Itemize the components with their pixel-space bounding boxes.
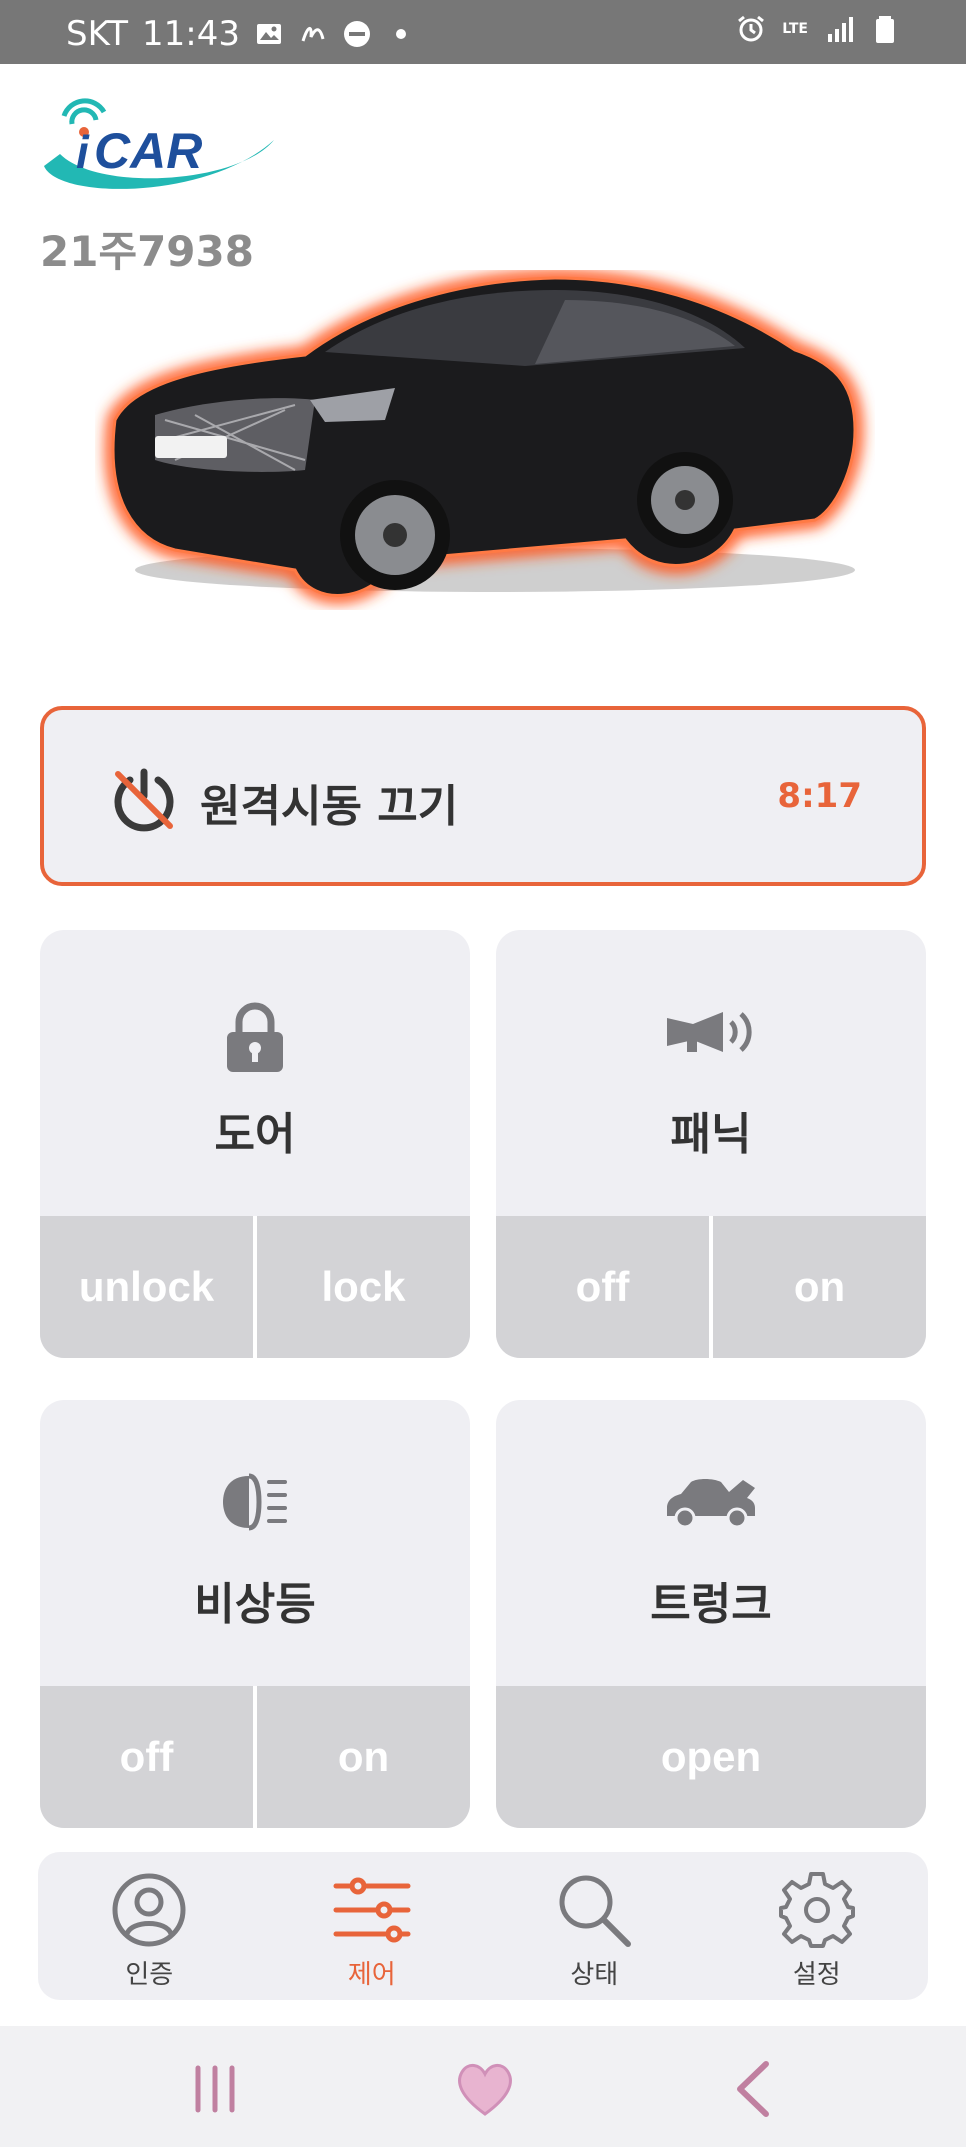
panic-on-button[interactable]: on (709, 1216, 926, 1358)
battery-icon (876, 16, 894, 43)
network-type: LTE (782, 21, 808, 37)
user-icon (112, 1873, 186, 1947)
hazard-actions: off on (40, 1686, 470, 1828)
remote-start-label: 원격시동 끄기 (200, 781, 459, 832)
gallery-notification-icon (257, 24, 281, 44)
trunk-open-button[interactable]: open (496, 1686, 926, 1828)
hazard-off-button[interactable]: off (40, 1686, 253, 1828)
nav-item-settings[interactable]: 설정 (706, 1852, 929, 2000)
search-icon (559, 1875, 632, 1947)
nav-item-auth[interactable]: 인증 (38, 1852, 261, 2000)
car-image (105, 270, 864, 604)
panic-off-button[interactable]: off (496, 1216, 709, 1358)
back-icon[interactable] (720, 2054, 790, 2124)
sliders-icon (333, 1877, 411, 1943)
power-off-icon (114, 768, 174, 832)
car-trunk-icon (667, 1479, 755, 1529)
trunk-control-tile: 트렁크 open (496, 1400, 926, 1828)
nav-label-settings: 설정 (792, 1960, 841, 1990)
alarm-icon (738, 15, 765, 42)
remote-start-off-button[interactable]: 원격시동 끄기 8:17 (40, 706, 926, 886)
icar-logo: i CAR (44, 98, 274, 189)
clock: 11:43 (142, 14, 240, 54)
svg-text:i: i (76, 126, 90, 178)
trunk-title: 트렁크 (650, 1579, 772, 1630)
carrier-label: SKT (66, 14, 129, 54)
door-control-tile: 도어 unlock lock (40, 930, 470, 1358)
svg-text:CAR: CAR (94, 123, 202, 179)
recent-apps-icon[interactable] (180, 2054, 250, 2124)
hazard-on-button[interactable]: on (253, 1686, 470, 1828)
hazard-title: 비상등 (194, 1579, 316, 1630)
nav-label-status: 상태 (570, 1960, 619, 1990)
door-actions: unlock lock (40, 1216, 470, 1358)
app-notification-icon (344, 21, 370, 47)
nav-item-status[interactable]: 상태 (483, 1852, 706, 2000)
signal-icon (828, 17, 853, 42)
gear-icon (778, 1872, 855, 1948)
panic-control-tile: 패닉 off on (496, 930, 926, 1358)
remote-start-timer: 8:17 (777, 776, 862, 816)
door-lock-button[interactable]: lock (253, 1216, 470, 1358)
home-heart-icon[interactable] (450, 2054, 520, 2124)
status-left: SKT 11:43 (66, 14, 416, 54)
trunk-actions: open (496, 1686, 926, 1828)
system-nav-bar (0, 2026, 966, 2147)
bottom-nav: 인증 제어 상태 설정 (38, 1852, 928, 2000)
lock-icon (227, 1002, 283, 1072)
nav-item-control[interactable]: 제어 (261, 1852, 484, 2000)
hazard-control-tile: 비상등 off on (40, 1400, 470, 1828)
panic-actions: off on (496, 1216, 926, 1358)
nav-label-control: 제어 (347, 1960, 396, 1990)
door-unlock-button[interactable]: unlock (40, 1216, 253, 1358)
more-notifications-dot-icon (396, 29, 406, 39)
panic-title: 패닉 (670, 1109, 752, 1160)
signature-notification-icon (301, 27, 325, 42)
headlight-icon (223, 1473, 287, 1531)
status-bar: SKT 11:43 LTE (0, 0, 966, 64)
door-title: 도어 (214, 1109, 296, 1160)
status-right: LTE (736, 14, 900, 44)
horn-icon (667, 1012, 752, 1052)
nav-label-auth: 인증 (125, 1960, 174, 1990)
